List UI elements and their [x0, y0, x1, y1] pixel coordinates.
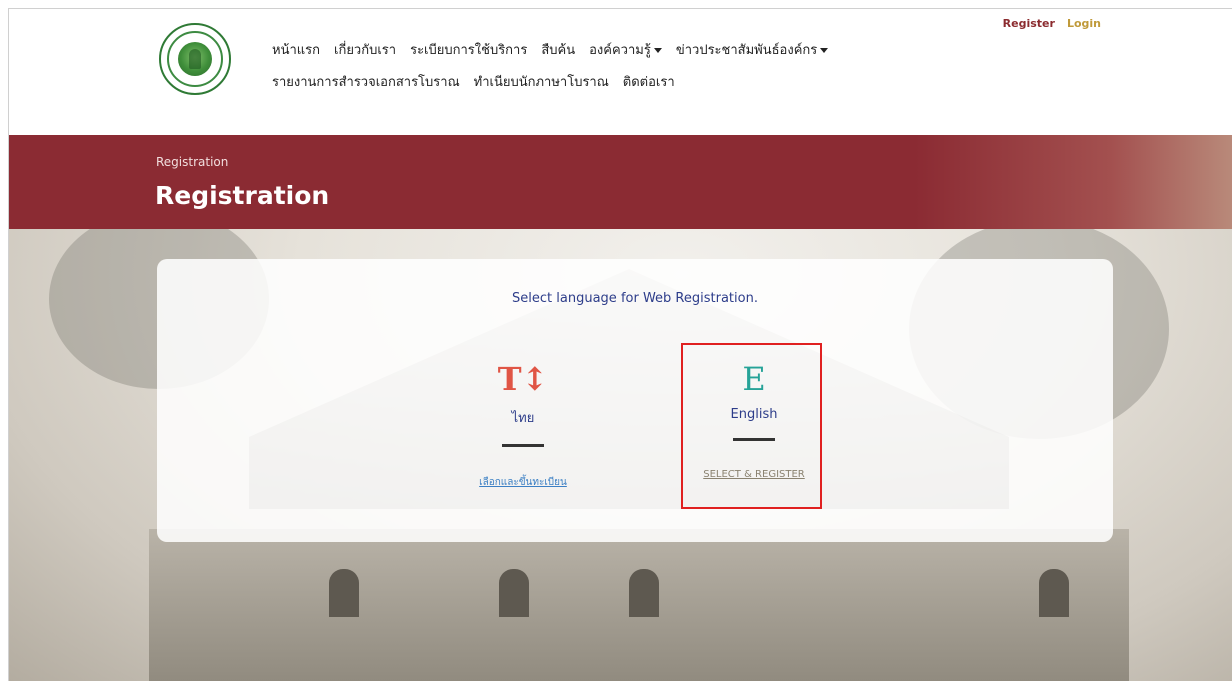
thai-language-icon: T↕	[497, 360, 549, 398]
nav-home[interactable]: หน้าแรก	[272, 39, 320, 60]
building-window	[629, 569, 659, 617]
site-header: Register Login หน้าแรก เกี่ยวกับเรา ระเบ…	[9, 9, 1232, 135]
language-prompt: Select language for Web Registration.	[512, 291, 758, 306]
nav-news[interactable]: ข่าวประชาสัมพันธ์องค์กร	[675, 39, 829, 60]
nav-linguist-directory[interactable]: ทำเนียบนักภาษาโบราณ	[474, 71, 609, 92]
page-banner: Registration Registration	[9, 135, 1232, 229]
browser-viewport: Register Login หน้าแรก เกี่ยวกับเรา ระเบ…	[8, 8, 1232, 681]
thai-label: ไทย	[511, 411, 535, 426]
main-nav: หน้าแรก เกี่ยวกับเรา ระเบียบการใช้บริการ…	[272, 33, 972, 97]
login-link[interactable]: Login	[1067, 17, 1101, 30]
account-links: Register Login	[1003, 17, 1101, 30]
caret-down-icon	[653, 47, 662, 53]
caret-down-icon	[820, 47, 829, 53]
nav-rules[interactable]: ระเบียบการใช้บริการ	[410, 39, 527, 60]
nav-search[interactable]: สืบค้น	[541, 39, 575, 60]
annotation-highlight-box	[681, 343, 822, 509]
page-title: Registration	[155, 181, 330, 210]
nav-survey-report[interactable]: รายงานการสำรวจเอกสารโบราณ	[272, 71, 460, 92]
thai-select-register-link[interactable]: เลือกและขึ้นทะเบียน	[479, 475, 567, 490]
logo-emblem	[178, 42, 212, 76]
divider	[502, 444, 544, 447]
building-window	[1039, 569, 1069, 617]
nav-row-primary: หน้าแรก เกี่ยวกับเรา ระเบียบการใช้บริการ…	[272, 33, 972, 65]
nav-contact[interactable]: ติดต่อเรา	[623, 71, 675, 92]
nav-row-secondary: รายงานการสำรวจเอกสารโบราณ ทำเนียบนักภาษา…	[272, 65, 972, 97]
register-link[interactable]: Register	[1003, 17, 1055, 30]
nav-knowledge[interactable]: องค์ความรู้	[589, 39, 662, 60]
nav-news-label: ข่าวประชาสัมพันธ์องค์กร	[675, 42, 818, 58]
national-library-logo[interactable]	[159, 23, 231, 95]
breadcrumb: Registration	[156, 155, 229, 169]
thai-option: T↕ ไทย เลือกและขึ้นทะเบียน	[453, 359, 593, 490]
building-window	[499, 569, 529, 617]
building-window	[329, 569, 359, 617]
nav-knowledge-label: องค์ความรู้	[589, 42, 651, 58]
nav-about[interactable]: เกี่ยวกับเรา	[334, 39, 396, 60]
language-select-card: Select language for Web Registration. T↕…	[157, 259, 1113, 542]
